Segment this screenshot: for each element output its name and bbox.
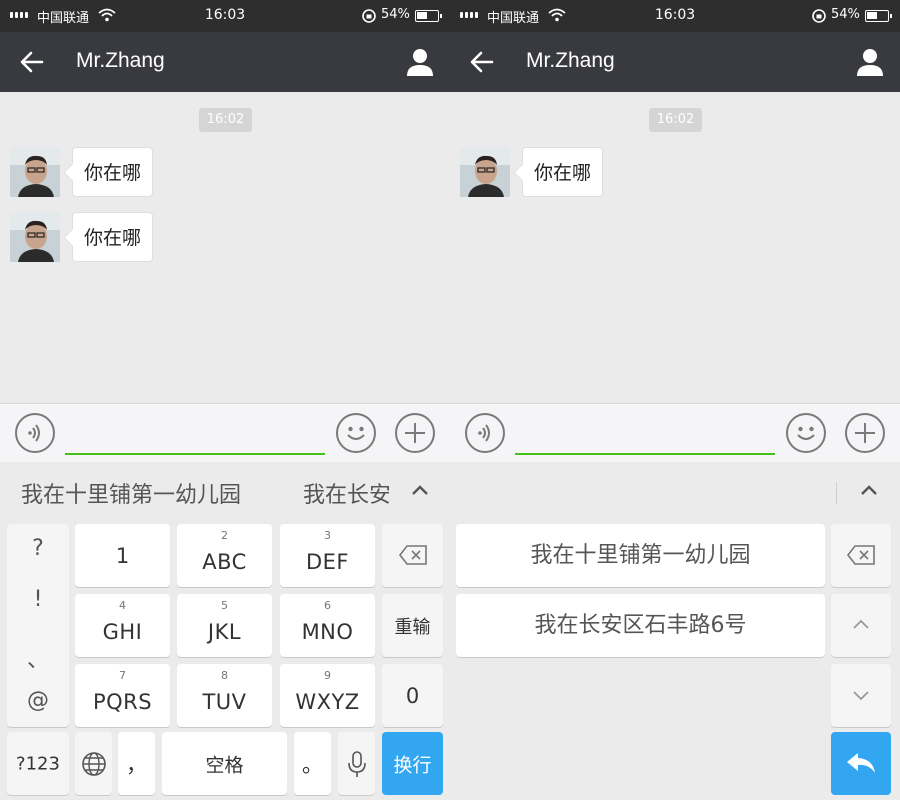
message-bubble[interactable]: 你在哪 [522,147,604,197]
key-abc[interactable]: 2 ABC [177,524,272,587]
plus-icon [855,423,875,443]
chat-header: Mr.Zhang [450,32,900,92]
more-button[interactable] [845,413,885,453]
symbol-key[interactable]: ? [7,536,69,561]
mic-key[interactable] [338,732,375,795]
backspace-key[interactable] [382,524,443,587]
candidate-word[interactable]: 我在十里铺第一幼儿园 [21,477,241,509]
chat-header: Mr.Zhang [0,32,450,92]
period-key[interactable]: 。 [294,732,331,795]
candidate-bar: 我在十里铺第一幼儿园 我在长安 [0,462,450,520]
rotation-lock-icon [362,9,376,23]
rotation-lock-icon [812,9,826,23]
emoji-button[interactable] [786,413,826,453]
chat-screen-right: 中国联通 16:03 54% Mr.Zhang 16:02 你在哪 我在十里铺第… [450,0,900,800]
avatar[interactable] [10,212,60,262]
microphone-icon [347,751,366,777]
input-bar [0,403,450,462]
candidate-option[interactable]: 我在十里铺第一幼儿园 [456,524,825,587]
symbol-key[interactable]: 、 [7,642,69,674]
chat-title: Mr.Zhang [526,49,615,72]
voice-button[interactable] [15,413,55,453]
return-key[interactable] [831,732,891,795]
status-bar: 中国联通 16:03 54% [0,0,450,32]
key-tuv[interactable]: 8 TUV [177,664,272,727]
backspace-key[interactable] [831,524,891,587]
key-wxyz[interactable]: 9 WXYZ [280,664,375,727]
battery-icon [865,10,892,22]
comma-key[interactable]: ， [118,732,155,795]
space-key[interactable]: 空格 [162,732,287,795]
message-row: 你在哪 [460,147,760,197]
key-def[interactable]: 3 DEF [280,524,375,587]
message-list: 16:02 你在哪 [450,92,900,403]
avatar[interactable] [460,147,510,197]
battery-icon [415,10,442,22]
voice-icon [478,424,490,442]
candidate-bar [450,462,900,520]
emoji-button[interactable] [336,413,376,453]
candidate-word[interactable]: 我在长安 [303,477,389,509]
plus-icon [405,423,425,443]
globe-key[interactable] [75,732,112,795]
key-mno[interactable]: 6 MNO [280,594,375,657]
symbol-key[interactable]: ! [7,587,69,612]
person-icon[interactable] [854,46,886,78]
chevron-up-icon[interactable] [857,479,881,503]
enter-key[interactable]: 换行 [382,732,443,795]
reply-arrow-icon [847,753,875,773]
reinput-key[interactable]: 重输 [382,594,443,657]
chat-title: Mr.Zhang [76,49,165,72]
divider [836,482,837,504]
globe-icon [81,752,106,776]
key-0[interactable]: 0 [382,664,443,727]
chevron-down-icon [853,691,869,701]
message-row: 你在哪 [10,212,310,262]
battery-percent: 54% [831,7,860,22]
message-bubble[interactable]: 你在哪 [72,212,154,262]
mode-123-key[interactable]: ?123 [7,732,69,795]
ime-keyboard: ? ! 、 @ 1 2 ABC 3 DEF 4 GHI 5 JKL 6 MNO 重输 7P… [0,520,450,800]
backspace-icon [398,545,427,565]
candidate-option[interactable]: 我在长安区石丰路6号 [456,594,825,657]
chevron-up-icon[interactable] [408,479,432,503]
symbol-column[interactable]: ? ! 、 @ [7,524,69,727]
status-bar: 中国联通 16:03 54% [450,0,900,32]
candidate-panel: 我在十里铺第一幼儿园 我在长安区石丰路6号 [450,520,900,800]
message-input[interactable] [65,418,325,455]
battery-percent: 54% [381,7,410,22]
more-button[interactable] [395,413,435,453]
page-up-key[interactable] [831,594,891,657]
message-bubble[interactable]: 你在哪 [72,147,154,197]
message-list: 16:02 你在哪 你在哪 [0,92,450,403]
back-arrow-icon[interactable] [18,48,46,76]
backspace-icon [846,545,875,565]
symbol-key[interactable]: @ [7,688,69,713]
back-arrow-icon[interactable] [468,48,496,76]
key-1[interactable]: 1 [75,524,170,587]
chevron-up-icon [853,619,869,629]
message-row: 你在哪 [10,147,310,197]
key-pqrs[interactable]: 7 PQRS [75,664,170,727]
key-ghi[interactable]: 4 GHI [75,594,170,657]
key-jkl[interactable]: 5 JKL [177,594,272,657]
message-timestamp: 16:02 [649,108,702,132]
input-bar [450,403,900,462]
person-icon[interactable] [404,46,436,78]
message-timestamp: 16:02 [199,108,252,132]
page-down-key[interactable] [831,664,891,727]
chat-screen-left: 中国联通 16:03 54% Mr.Zhang 16:02 你在哪 你在哪 我在… [0,0,450,800]
emoji-icon [797,426,815,440]
message-input[interactable] [515,418,775,455]
avatar[interactable] [10,147,60,197]
voice-button[interactable] [465,413,505,453]
emoji-icon [347,426,365,440]
voice-icon [28,424,40,442]
